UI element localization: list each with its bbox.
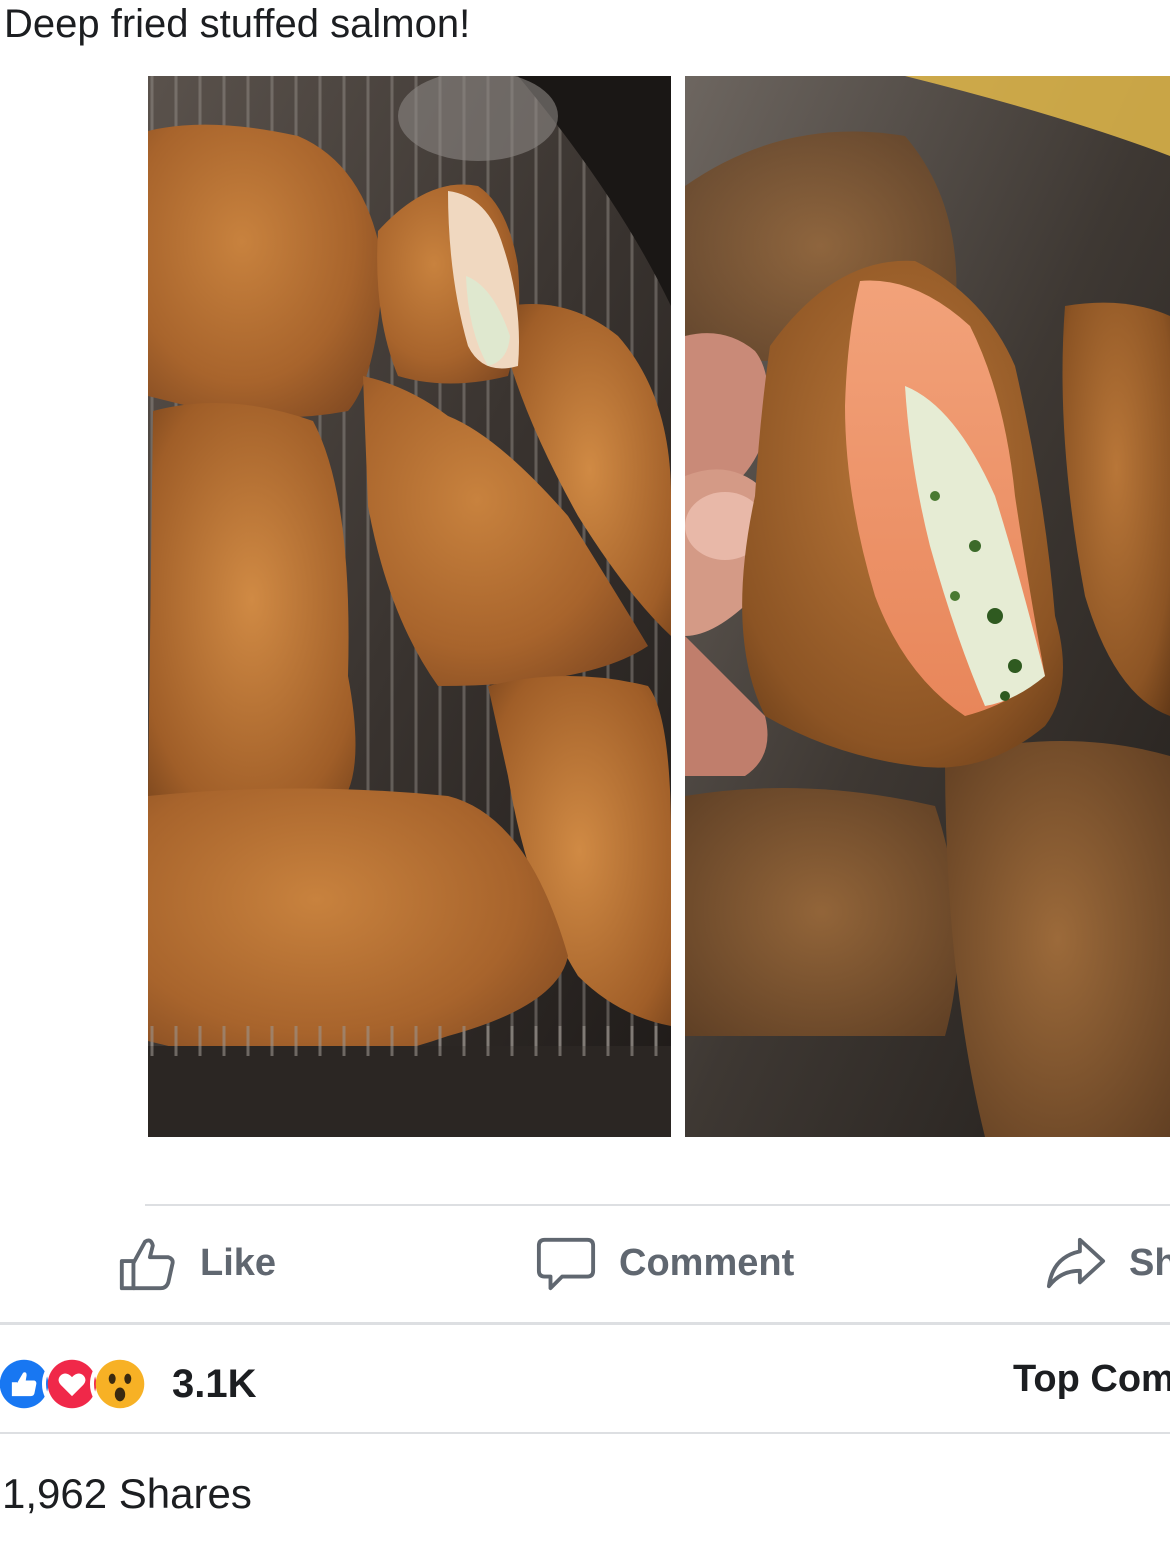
reaction-count: 3.1K: [172, 1361, 257, 1406]
divider-top: [145, 1204, 1170, 1206]
share-count[interactable]: 1,962 Shares: [2, 1470, 252, 1518]
fried-salmon-image: [148, 76, 671, 1137]
divider-middle: [0, 1322, 1170, 1325]
speech-bubble-icon: [536, 1237, 596, 1291]
share-button[interactable]: Sh: [1045, 1228, 1170, 1298]
share-label: Sh: [1129, 1241, 1170, 1284]
top-comments-sort[interactable]: Top Com: [1013, 1358, 1170, 1401]
like-button[interactable]: Like: [116, 1228, 276, 1298]
post-photo-right[interactable]: [685, 76, 1170, 1137]
like-label: Like: [200, 1241, 277, 1284]
comment-button[interactable]: Comment: [535, 1228, 794, 1298]
comment-label: Comment: [619, 1241, 795, 1284]
post-photo-left[interactable]: [148, 76, 671, 1137]
wow-reaction-icon: [90, 1354, 150, 1414]
thumbs-up-icon: [119, 1238, 175, 1291]
stuffed-salmon-closeup-image: [685, 76, 1170, 1137]
reactions-summary[interactable]: 3.1K: [0, 1354, 257, 1414]
share-arrow-icon: [1046, 1237, 1106, 1289]
divider-bottom: [0, 1432, 1170, 1434]
post-caption: Deep fried stuffed salmon!: [4, 2, 471, 46]
